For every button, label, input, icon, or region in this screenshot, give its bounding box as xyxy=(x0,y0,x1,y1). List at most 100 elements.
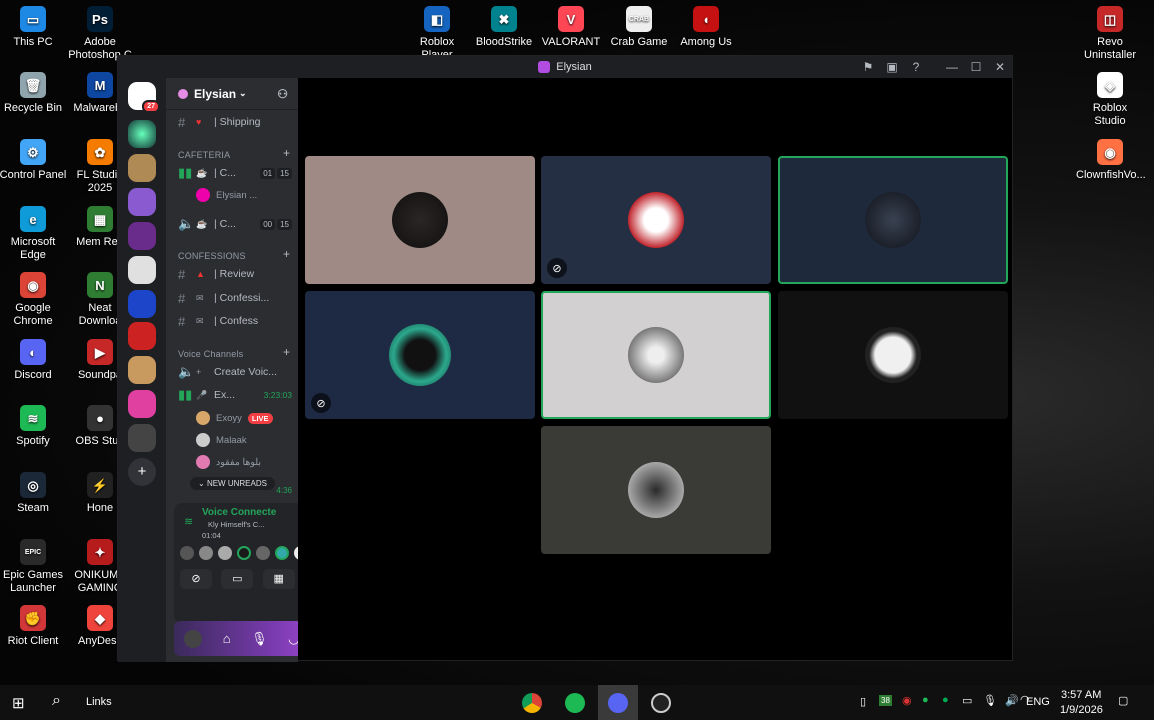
inbox-icon[interactable]: ▣ xyxy=(880,60,904,74)
server-icon-5[interactable] xyxy=(128,256,156,284)
avatar[interactable] xyxy=(218,546,232,560)
desktop-shortcut[interactable]: ✖ BloodStrike xyxy=(470,6,538,49)
volume-icon[interactable]: 🔊 xyxy=(1005,694,1019,707)
participant-tile[interactable]: ⊘ xyxy=(541,156,771,284)
new-unreads-pill[interactable]: ⌄ NEW UNREADS xyxy=(190,477,275,490)
voice-user-malaak[interactable]: Malaak xyxy=(196,431,247,449)
add-channel-icon[interactable]: + xyxy=(283,146,290,160)
desktop-shortcut[interactable]: Ps Adobe Photoshop C xyxy=(66,6,134,62)
participant-tile[interactable] xyxy=(305,156,535,284)
create-voice-channel[interactable]: 🔈 + Create Voic... xyxy=(166,362,298,382)
screen-share-icon[interactable]: ▭ xyxy=(221,569,254,589)
battery-icon[interactable]: ▭ xyxy=(962,694,972,707)
desktop-shortcut[interactable]: e Microsoft Edge xyxy=(0,206,67,262)
desktop-shortcut[interactable]: ◫ Revo Uninstaller xyxy=(1076,6,1144,62)
voice-channel-cafe-1[interactable]: ▮▮ ☕ | C... 01 15 xyxy=(166,163,298,183)
avatar[interactable] xyxy=(275,546,289,560)
search-links-label[interactable]: Links xyxy=(86,696,112,708)
server-icon-2[interactable] xyxy=(128,154,156,182)
voice-channel-cafe-2[interactable]: 🔈 ☕ | C... 00 15 xyxy=(166,214,298,234)
avatar[interactable] xyxy=(237,546,251,560)
desktop-shortcut[interactable]: V VALORANT xyxy=(537,6,605,49)
participant-tile[interactable] xyxy=(541,426,771,554)
phone-icon[interactable]: ▯ xyxy=(860,695,866,708)
category-confessions[interactable]: CONFESSIONS xyxy=(178,251,246,261)
title-bar[interactable]: Elysian ⚑ ▣ ? — ☐ ✕ xyxy=(118,56,1012,78)
help-icon[interactable]: ? xyxy=(904,60,928,74)
spotify-taskbar-icon[interactable] xyxy=(565,693,585,713)
add-channel-icon[interactable]: + xyxy=(283,247,290,261)
desktop-shortcut[interactable]: ◉ Google Chrome xyxy=(0,272,67,328)
avatar[interactable] xyxy=(256,546,270,560)
language-indicator[interactable]: ENG xyxy=(1026,696,1050,708)
desktop-shortcut[interactable]: ◈ Roblox Studio xyxy=(1076,72,1144,128)
participant-tile[interactable]: ⊘ xyxy=(305,291,535,419)
server-icon-8[interactable] xyxy=(128,356,156,384)
server-icon-3[interactable] xyxy=(128,188,156,216)
desktop-shortcut[interactable]: 🗑 Recycle Bin xyxy=(0,72,67,115)
desktop-shortcut[interactable]: CRAB Crab Game xyxy=(605,6,673,49)
notifications-icon[interactable]: ▢ xyxy=(1118,694,1128,707)
game-controller-icon[interactable]: ⌂ xyxy=(223,631,231,646)
voice-user-3[interactable]: بلوها مفقود xyxy=(196,453,261,471)
tray-app-icon[interactable]: ◉ xyxy=(902,694,912,707)
desktop-shortcut[interactable]: ◧Roblox Player xyxy=(403,6,471,62)
spotify-tray-icon[interactable]: ● xyxy=(922,694,929,706)
category-cafeteria[interactable]: CAFETERIA xyxy=(178,150,230,160)
guild-header[interactable]: Elysian ⌄ ⚇ xyxy=(166,78,298,110)
close-button[interactable]: ✕ xyxy=(988,60,1012,74)
desktop-shortcut[interactable]: ◐ Discord xyxy=(0,339,67,382)
clock-date[interactable]: 1/9/2026 xyxy=(1060,704,1103,716)
participant-tile[interactable] xyxy=(778,291,1008,419)
avatar[interactable] xyxy=(199,546,213,560)
desktop-shortcut[interactable]: EPIC Epic Games Launcher xyxy=(0,539,67,595)
desktop-shortcut[interactable]: ⚙ Control Panel xyxy=(0,139,67,182)
desktop-shortcut[interactable]: ▭ This PC xyxy=(0,6,67,49)
desktop-shortcut[interactable]: ✊ Riot Client xyxy=(0,605,67,648)
server-icon-7[interactable] xyxy=(128,322,156,350)
participant-tile[interactable] xyxy=(541,291,771,419)
desktop-shortcut[interactable]: ◉ ClownfishVo... xyxy=(1076,139,1146,182)
add-server-icon[interactable]: + xyxy=(128,458,156,486)
server-icon-6[interactable] xyxy=(128,290,156,318)
avatar[interactable] xyxy=(180,546,194,560)
channel-confess[interactable]: # ✉ | Confess xyxy=(166,311,298,331)
channel-shipping[interactable]: # ♥ | Shipping xyxy=(166,112,298,132)
windows-start-icon[interactable]: ⊞ xyxy=(12,694,25,712)
desktop-shortcut[interactable]: ◖ Among Us xyxy=(672,6,740,49)
mic-icon[interactable]: 🎙 xyxy=(251,631,268,647)
channel-review[interactable]: # ▲ | Review xyxy=(166,264,298,284)
maximize-button[interactable]: ☐ xyxy=(964,60,988,74)
minimize-button[interactable]: — xyxy=(940,60,964,74)
tray-badge[interactable]: 38 xyxy=(879,695,892,706)
discord-window[interactable]: Elysian ⚑ ▣ ? — ☐ ✕ 27 + Elysian ⌄ ⚇ # ♥… xyxy=(117,55,1013,662)
activities-icon[interactable]: ▦ xyxy=(262,569,295,589)
channel-confessi[interactable]: # ✉ | Confessi... xyxy=(166,288,298,308)
chrome-taskbar-icon[interactable] xyxy=(522,693,542,713)
voice-user-exoyy[interactable]: Exoyy LIVE xyxy=(196,409,273,427)
camera-off-icon[interactable]: ⊘ xyxy=(180,569,212,589)
desktop-shortcut[interactable]: ◎ Steam xyxy=(0,472,67,515)
server-icon-4[interactable] xyxy=(128,222,156,250)
discord-taskbar-icon[interactable] xyxy=(608,693,628,713)
server-icon-9[interactable] xyxy=(128,390,156,418)
server-icon-1[interactable] xyxy=(128,120,156,148)
mic-icon[interactable]: 🎙 xyxy=(983,694,997,707)
category-voice-channels[interactable]: Voice Channels xyxy=(178,349,243,359)
home-discord-icon[interactable]: 27 xyxy=(128,82,160,113)
voice-user-elysian[interactable]: Elysian ... xyxy=(196,186,257,204)
user-avatar[interactable] xyxy=(184,629,203,648)
voice-channel-name[interactable]: Kly Himself's C... xyxy=(208,520,264,529)
flag-icon[interactable]: ⚑ xyxy=(856,60,880,74)
avatar[interactable] xyxy=(294,546,298,560)
participant-tile[interactable] xyxy=(778,156,1008,284)
desktop-shortcut[interactable]: ≋ Spotify xyxy=(0,405,67,448)
headphones-icon[interactable]: ◡ xyxy=(288,631,298,647)
clock-time[interactable]: 3:57 AM xyxy=(1061,689,1101,701)
voice-status[interactable]: Voice Connecte xyxy=(202,507,276,518)
search-icon[interactable]: ⌕ xyxy=(52,692,61,710)
server-folder-icon[interactable] xyxy=(128,424,156,452)
add-member-icon[interactable]: ⚇ xyxy=(277,87,288,101)
add-channel-icon[interactable]: + xyxy=(283,345,290,359)
obs-taskbar-icon[interactable] xyxy=(651,693,671,713)
